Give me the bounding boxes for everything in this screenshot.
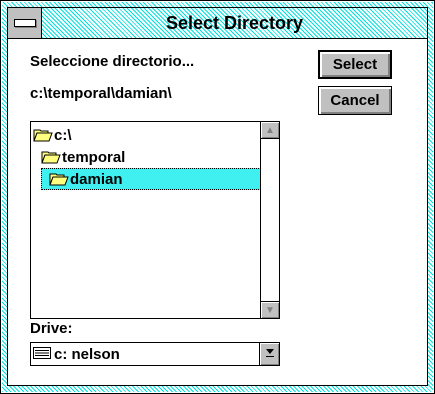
directory-item-temporal[interactable]: temporal xyxy=(41,146,125,168)
select-directory-dialog: Select Directory Seleccione directorio..… xyxy=(0,0,435,394)
title-bar[interactable]: Select Directory xyxy=(7,7,428,39)
drive-dropdown-button[interactable] xyxy=(259,343,279,365)
open-folder-icon xyxy=(49,172,69,186)
current-path-label: c:\temporal\damian\ xyxy=(30,85,172,102)
open-folder-icon xyxy=(41,150,61,164)
directory-item-damian[interactable]: damian xyxy=(41,168,261,190)
prompt-label: Seleccione directorio... xyxy=(30,53,195,70)
drive-icon xyxy=(33,346,51,363)
system-menu-button[interactable] xyxy=(8,8,42,38)
window-title: Select Directory xyxy=(165,12,304,33)
drive-selected-value: c: nelson xyxy=(33,343,120,365)
directory-listbox[interactable]: c:\ temporal damian ▲ ▼ xyxy=(30,121,280,319)
drive-dropdown[interactable]: c: nelson xyxy=(30,342,280,366)
directory-item-root[interactable]: c:\ xyxy=(33,124,72,146)
dialog-client-area: Seleccione directorio... c:\temporal\dam… xyxy=(7,39,428,386)
drive-value-text: c: nelson xyxy=(54,345,120,363)
select-button[interactable]: Select xyxy=(318,50,392,79)
directory-item-label: c:\ xyxy=(54,126,72,144)
open-folder-icon xyxy=(33,128,53,142)
dropdown-arrow-icon xyxy=(265,345,275,363)
arrow-down-icon: ▼ xyxy=(265,304,275,316)
drive-label: Drive: xyxy=(30,320,73,337)
directory-item-label: temporal xyxy=(62,148,126,166)
cancel-button[interactable]: Cancel xyxy=(318,86,392,115)
arrow-up-icon: ▲ xyxy=(265,124,275,136)
directory-item-label: damian xyxy=(70,170,123,188)
scroll-down-button[interactable]: ▼ xyxy=(261,301,279,319)
scroll-up-button[interactable]: ▲ xyxy=(261,121,279,139)
system-menu-icon xyxy=(14,19,36,27)
vertical-scrollbar[interactable]: ▲ ▼ xyxy=(260,121,279,319)
